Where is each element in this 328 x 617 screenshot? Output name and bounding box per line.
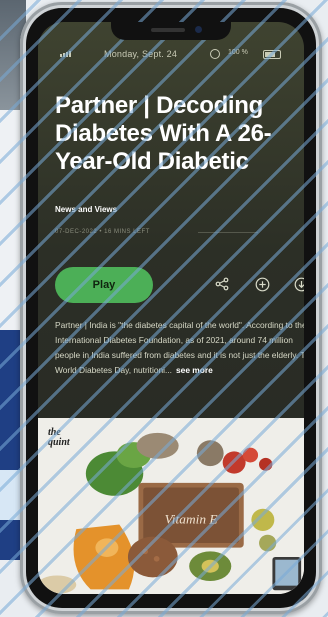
article-source[interactable]: News and Views — [55, 205, 117, 214]
food-illustration: Vitamin E — [38, 418, 304, 594]
article-title: Partner | Decoding Diabetes With A 26-Ye… — [55, 92, 272, 175]
phone-frame: Monday, Sept. 24 100 % Partner | Decodin… — [20, 2, 322, 614]
brand-logo: the quint — [48, 428, 70, 448]
hero-image[interactable]: Vitamin E the quint — [38, 418, 304, 594]
progress-line — [198, 232, 258, 233]
play-button[interactable]: Play — [55, 267, 153, 303]
see-more-link[interactable]: see more — [176, 365, 213, 375]
phone-screen: Monday, Sept. 24 100 % Partner | Decodin… — [38, 22, 304, 594]
phone-bezel: Monday, Sept. 24 100 % Partner | Decodin… — [26, 8, 316, 608]
brand-line-2: quint — [48, 437, 70, 448]
board-text: Vitamin E — [165, 512, 218, 527]
alarm-icon — [210, 49, 220, 59]
signal-icon — [60, 51, 71, 57]
battery-percent: 100 % — [228, 49, 248, 56]
battery-icon — [263, 50, 281, 59]
status-date: Monday, Sept. 24 — [104, 49, 178, 59]
notch — [111, 22, 231, 40]
speaker — [151, 28, 185, 32]
status-bar: Monday, Sept. 24 100 % — [38, 48, 304, 64]
article-meta: 07-DEC-2022 • 16 MINS LEFT — [55, 229, 150, 235]
camera-icon — [195, 26, 202, 33]
article-description: Partner | India is "the diabetes capital… — [55, 318, 304, 378]
add-icon[interactable] — [254, 276, 270, 292]
download-icon[interactable] — [293, 276, 304, 292]
share-icon[interactable] — [214, 276, 230, 292]
